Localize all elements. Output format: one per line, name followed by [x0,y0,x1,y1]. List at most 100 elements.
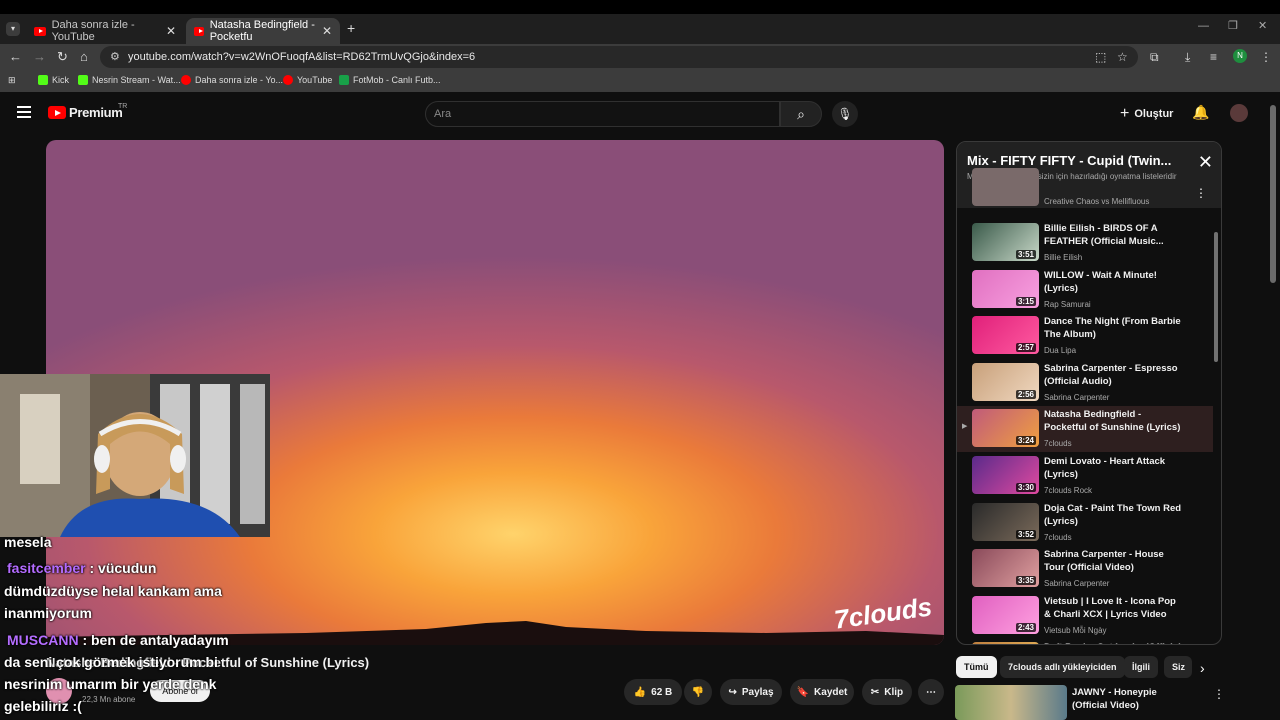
extensions-icon[interactable]: ⧉ [1150,50,1159,65]
window-close-icon[interactable]: ✕ [1258,19,1267,32]
minimize-icon[interactable]: — [1198,20,1209,32]
channel-name: Dua Lipa [1044,346,1077,356]
menu-icon[interactable]: ⋮ [1260,50,1272,64]
tab-current-video[interactable]: Natasha Bedingfield - Pocketfu ✕ [186,18,340,44]
recommended-video-title[interactable]: JAWNY - Honeypie (Official Video) [1072,686,1192,712]
chevron-right-icon[interactable]: › [1200,660,1205,676]
video-thumbnail: 3:52 [972,502,1039,541]
chat-line: da seni çok görmek istiyorum bi [4,654,218,670]
chat-line: nesrinim umarım bir yerde denk [4,676,217,692]
chat-line: gelebiliriz :( [4,698,82,714]
tab-label: Natasha Bedingfield - Pocketfu [209,19,315,43]
duration-badge: 2:56 [1015,389,1036,399]
video-thumbnail [972,168,1039,206]
new-tab-icon[interactable]: + [347,20,355,36]
clip-button[interactable]: ✂ Klip [862,679,912,705]
close-icon[interactable]: ✕ [1198,152,1213,173]
video-title: Billie Eilish - BIRDS OF A FEATHER (Offi… [1044,223,1164,247]
plus-icon: + [1120,105,1130,122]
list-item[interactable]: 2:56 Sabrina Carpenter - Espresso (Offici… [957,360,1213,406]
media-control-icon[interactable]: ≡ [1210,50,1217,64]
chip-all[interactable]: Tümü [956,656,997,678]
bookmark-youtube[interactable]: YouTube [283,75,332,85]
video-thumbnail: 2:56 [972,362,1039,401]
video-thumbnail: 3:24 [972,409,1039,448]
page-scrollbar[interactable] [1270,105,1276,283]
like-button[interactable]: 👍 62 B [624,679,682,705]
chip-for-you[interactable]: Siz [1164,656,1192,678]
list-item-partial[interactable]: Creative Chaos vs Mellifluous [957,168,1213,208]
playlist-scrollbar[interactable] [1214,232,1218,362]
notifications-bell-icon[interactable]: 🔔 [1192,104,1209,121]
list-item[interactable]: 3:52 Doja Cat - Paint The Town Red (Lyric… [957,500,1213,546]
youtube-header: Premium TR Ara ⌕ 🎙 + Oluştur 🔔 [0,92,1268,136]
create-button[interactable]: + Oluştur [1120,105,1173,123]
list-item[interactable]: 3:51 Billie Eilish - BIRDS OF A FEATHER (… [957,220,1213,266]
menu-icon[interactable] [17,106,31,121]
close-tab-icon[interactable]: ✕ [166,24,176,38]
youtube-favicon-icon [194,26,204,36]
url-text: youtube.com/watch?v=w2WnOFuoqfA&list=RD6… [128,51,476,63]
duration-badge: 2:43 [1015,622,1036,632]
chip-from-uploader[interactable]: 7clouds adlı yükleyiciden [1000,656,1125,678]
dislike-button[interactable]: 👎 [684,679,712,705]
tab-label: Daha sonra izle - YouTube [51,19,135,43]
channel-name: Rap Samurai [1044,299,1091,309]
search-input[interactable]: Ara [425,101,780,127]
close-tab-icon[interactable]: ✕ [322,24,332,38]
search-icon[interactable]: ⌕ [780,101,822,127]
list-item[interactable]: Daft Punk - Get Lucky (Official [957,639,1213,644]
reload-icon[interactable]: ↻ [57,49,68,65]
channel-name: Sabrina Carpenter [1044,392,1110,402]
video-title: WILLOW - Wait A Minute! (Lyrics) [1044,269,1157,294]
bookmark-kick[interactable]: Kick [38,75,69,85]
more-options-icon[interactable]: ⋮ [1213,687,1225,701]
video-title: Sabrina Carpenter - House Tour (Official… [1044,549,1164,574]
address-bar-row: ← → ↻ ⌂ ⚙ youtube.com/watch?v=w2WnOFuoqf… [0,44,1280,70]
site-info-icon[interactable]: ⚙ [110,50,120,63]
back-icon[interactable]: ← [9,49,22,64]
duration-badge: 3:15 [1015,296,1036,306]
chip-related[interactable]: İlgili [1124,656,1158,678]
account-avatar[interactable] [1230,104,1248,122]
chat-line: dümdüzdüyse helal kankam ama [4,583,222,599]
profile-avatar[interactable]: N [1233,49,1247,63]
bookmark-kick-stream[interactable]: Nesrin Stream - Wat... [78,75,181,85]
list-item[interactable]: 2:43 Vietsub | I Love It - Icona Pop & Ch… [957,593,1213,639]
forward-icon[interactable]: → [33,49,46,64]
chat-line: mesela [4,534,52,550]
save-button[interactable]: 🔖 Kaydet [790,679,854,705]
apps-icon[interactable]: ⊞ [8,75,16,86]
video-thumbnail[interactable] [955,685,1067,720]
microphone-icon[interactable]: 🎙 [832,101,858,127]
download-icon[interactable]: ⤓ [1185,50,1190,65]
tab-watch-later[interactable]: Daha sonra izle - YouTube ✕ [26,18,184,44]
browser-tab-bar: ▾ Daha sonra izle - YouTube ✕ Natasha Be… [0,0,1280,44]
video-thumbnail [972,642,1039,644]
bookmark-fotmob[interactable]: FotMob - Canlı Futb... [339,75,441,85]
list-item[interactable]: 2:57 Dance The Night (From Barbie The Alb… [957,313,1213,359]
more-actions-button[interactable]: ⋯ [918,679,944,705]
share-button[interactable]: ↪ Paylaş [720,679,782,705]
list-item[interactable]: 3:30 Demi Lovato - Heart Attack (Lyrics) 7… [957,453,1213,499]
install-app-icon[interactable]: ⬚ [1095,50,1106,64]
list-item[interactable]: ▶ 3:24 Natasha Bedingfield - Pocketful of … [957,406,1213,453]
url-field[interactable]: ⚙ youtube.com/watch?v=w2WnOFuoqfA&list=R… [100,46,1138,68]
video-thumbnail: 3:51 [972,223,1039,261]
thumbs-down-icon: 👎 [691,686,705,698]
thumbs-up-icon: 👍 [633,686,647,698]
playlist-title[interactable]: Mix - FIFTY FIFTY - Cupid (Twin... [967,153,1171,168]
duration-badge: 3:52 [1015,529,1036,539]
bookmark-watch-later[interactable]: Daha sonra izle - Yo... [181,75,283,85]
youtube-logo[interactable]: Premium TR [48,103,127,120]
channel-name: Creative Chaos vs Mellifluous [1044,197,1150,206]
duration-badge: 3:35 [1015,576,1036,586]
tab-search-icon[interactable]: ▾ [6,22,20,36]
list-item[interactable]: 3:15 WILLOW - Wait A Minute! (Lyrics) Rap … [957,267,1213,313]
restore-icon[interactable]: ❐ [1228,19,1238,32]
video-thumbnail: 3:15 [972,269,1039,308]
subscriber-count: 22,3 Mn abone [82,695,136,704]
list-item[interactable]: 3:35 Sabrina Carpenter - House Tour (Offi… [957,546,1213,592]
home-icon[interactable]: ⌂ [80,49,88,64]
bookmark-star-icon[interactable]: ☆ [1117,50,1128,64]
